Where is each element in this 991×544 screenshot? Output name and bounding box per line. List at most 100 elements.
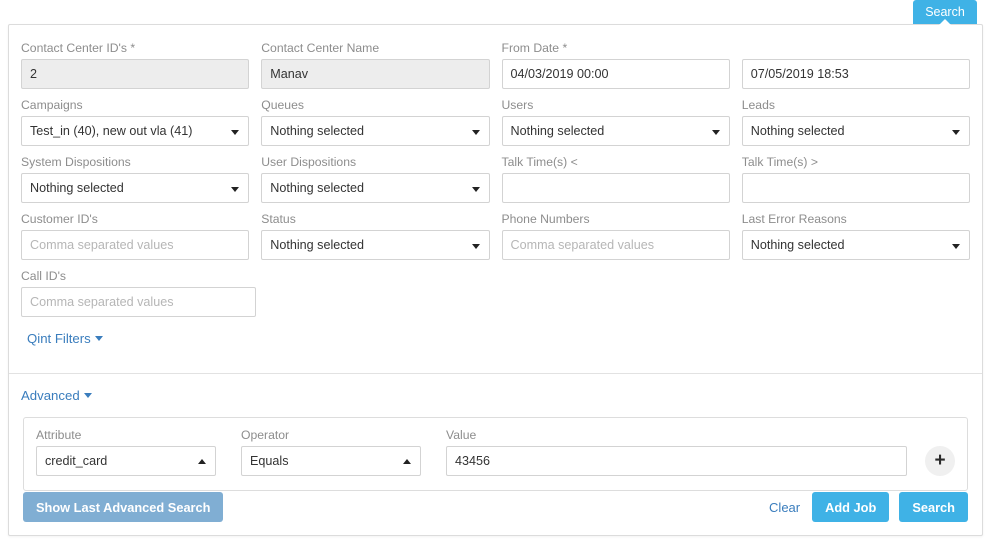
advanced-header-row: Advanced	[9, 374, 982, 417]
input-talk-time-greater[interactable]	[741, 173, 970, 203]
label-to-date	[742, 41, 970, 55]
label-campaigns: Campaigns	[21, 98, 83, 112]
field-campaigns: Campaigns Test_in (40), new out vla (41)	[15, 98, 255, 146]
chevron-down-icon	[231, 187, 240, 192]
dropdown-users-value: Nothing selected	[510, 124, 605, 138]
add-criteria-button[interactable]: +	[925, 446, 955, 476]
chevron-down-icon	[231, 130, 240, 135]
advanced-label: Advanced	[21, 388, 80, 403]
field-from-date: From Date *	[496, 41, 736, 89]
field-contact-center-ids: Contact Center ID's *	[15, 41, 255, 89]
dropdown-status-value: Nothing selected	[270, 238, 365, 252]
dropdown-status[interactable]: Nothing selected	[261, 230, 490, 260]
dropdown-last-error-reasons[interactable]: Nothing selected	[741, 230, 970, 260]
qint-filters-toggle[interactable]: Qint Filters	[27, 331, 103, 346]
dropdown-queues-value: Nothing selected	[270, 124, 365, 138]
label-attribute: Attribute	[36, 428, 82, 442]
tab-pointer-caret-icon	[936, 19, 954, 28]
show-last-advanced-search-button[interactable]: Show Last Advanced Search	[23, 492, 224, 522]
dropdown-system-dispositions[interactable]: Nothing selected	[21, 173, 250, 203]
field-customer-ids: Customer ID's	[15, 212, 255, 260]
dropdown-attribute[interactable]: credit_card	[36, 446, 216, 476]
field-contact-center-name: Contact Center Name	[255, 41, 495, 89]
add-job-button[interactable]: Add Job	[812, 492, 890, 522]
qint-filters-row: Qint Filters	[15, 326, 976, 348]
label-users: Users	[501, 98, 534, 112]
chevron-down-icon	[471, 187, 480, 192]
label-contact-center-name: Contact Center Name	[261, 41, 380, 55]
label-system-dispositions: System Dispositions	[21, 155, 131, 169]
label-customer-ids: Customer ID's	[21, 212, 98, 226]
clear-link[interactable]: Clear	[769, 500, 800, 515]
dropdown-users[interactable]: Nothing selected	[501, 116, 730, 146]
search-button[interactable]: Search	[899, 492, 968, 522]
field-attribute: Attribute credit_card	[36, 428, 216, 476]
label-last-error-reasons: Last Error Reasons	[741, 212, 847, 226]
field-talk-time-greater: Talk Time(s) >	[736, 155, 976, 203]
input-customer-ids[interactable]	[21, 230, 250, 260]
dropdown-attribute-value: credit_card	[45, 454, 108, 468]
dropdown-last-error-reasons-value: Nothing selected	[750, 238, 845, 252]
field-value: Value	[446, 428, 907, 476]
field-operator: Operator Equals	[241, 428, 421, 476]
input-contact-center-ids[interactable]	[21, 59, 250, 89]
label-leads: Leads	[741, 98, 775, 112]
label-status: Status	[261, 212, 296, 226]
input-value[interactable]	[446, 446, 907, 476]
label-talk-time-greater: Talk Time(s) >	[741, 155, 818, 169]
chevron-down-icon	[711, 130, 720, 135]
field-call-ids: Call ID's	[15, 269, 262, 317]
dropdown-leads[interactable]: Nothing selected	[741, 116, 970, 146]
field-row-1: Contact Center ID's * Contact Center Nam…	[15, 41, 976, 89]
label-queues: Queues	[261, 98, 304, 112]
field-to-date	[736, 41, 976, 89]
field-row-4: Customer ID's Status Nothing selected Ph…	[15, 212, 976, 260]
dropdown-operator[interactable]: Equals	[241, 446, 421, 476]
chevron-up-icon	[198, 459, 206, 464]
dropdown-queues[interactable]: Nothing selected	[261, 116, 490, 146]
input-from-date[interactable]	[501, 59, 730, 89]
label-call-ids: Call ID's	[21, 269, 66, 283]
label-contact-center-ids: Contact Center ID's *	[21, 41, 136, 55]
footer-right-group: Clear Add Job Search	[769, 492, 968, 522]
label-user-dispositions: User Dispositions	[261, 155, 357, 169]
label-value: Value	[446, 428, 477, 442]
field-queues: Queues Nothing selected	[255, 98, 495, 146]
field-talk-time-less: Talk Time(s) <	[496, 155, 736, 203]
field-row-3: System Dispositions Nothing selected Use…	[15, 155, 976, 203]
search-filters-page: Search Contact Center ID's * Contact Cen…	[0, 0, 991, 544]
dropdown-operator-value: Equals	[250, 454, 289, 468]
chevron-up-icon	[403, 459, 411, 464]
dropdown-system-dispositions-value: Nothing selected	[30, 181, 124, 195]
dropdown-campaigns-value: Test_in (40), new out vla (41)	[30, 124, 193, 138]
tab-strip: Search	[0, 0, 991, 28]
label-from-date: From Date *	[501, 41, 568, 55]
chevron-down-icon	[83, 393, 92, 399]
input-contact-center-name[interactable]	[261, 59, 490, 89]
dropdown-campaigns[interactable]: Test_in (40), new out vla (41)	[21, 116, 250, 146]
field-user-dispositions: User Dispositions Nothing selected	[255, 155, 495, 203]
input-talk-time-less[interactable]	[501, 173, 730, 203]
field-leads: Leads Nothing selected	[736, 98, 976, 146]
input-phone-numbers[interactable]	[501, 230, 730, 260]
label-talk-time-less: Talk Time(s) <	[501, 155, 578, 169]
field-status: Status Nothing selected	[255, 212, 495, 260]
dropdown-user-dispositions[interactable]: Nothing selected	[261, 173, 490, 203]
search-panel: Contact Center ID's * Contact Center Nam…	[8, 24, 983, 536]
field-system-dispositions: System Dispositions Nothing selected	[15, 155, 255, 203]
field-row-5: Call ID's	[15, 269, 976, 317]
chevron-down-icon	[94, 336, 103, 342]
chevron-down-icon	[952, 244, 960, 249]
chevron-down-icon	[952, 130, 960, 135]
advanced-toggle[interactable]: Advanced	[21, 388, 92, 403]
filter-fields-area: Contact Center ID's * Contact Center Nam…	[9, 25, 982, 373]
qint-filters-label: Qint Filters	[27, 331, 91, 346]
field-last-error-reasons: Last Error Reasons Nothing selected	[736, 212, 976, 260]
input-to-date[interactable]	[741, 59, 970, 89]
input-call-ids[interactable]	[21, 287, 256, 317]
tab-search-label: Search	[925, 5, 965, 19]
field-users: Users Nothing selected	[496, 98, 736, 146]
label-operator: Operator	[241, 428, 290, 442]
dropdown-user-dispositions-value: Nothing selected	[270, 181, 365, 195]
footer-actions: Show Last Advanced Search Clear Add Job …	[9, 479, 982, 535]
